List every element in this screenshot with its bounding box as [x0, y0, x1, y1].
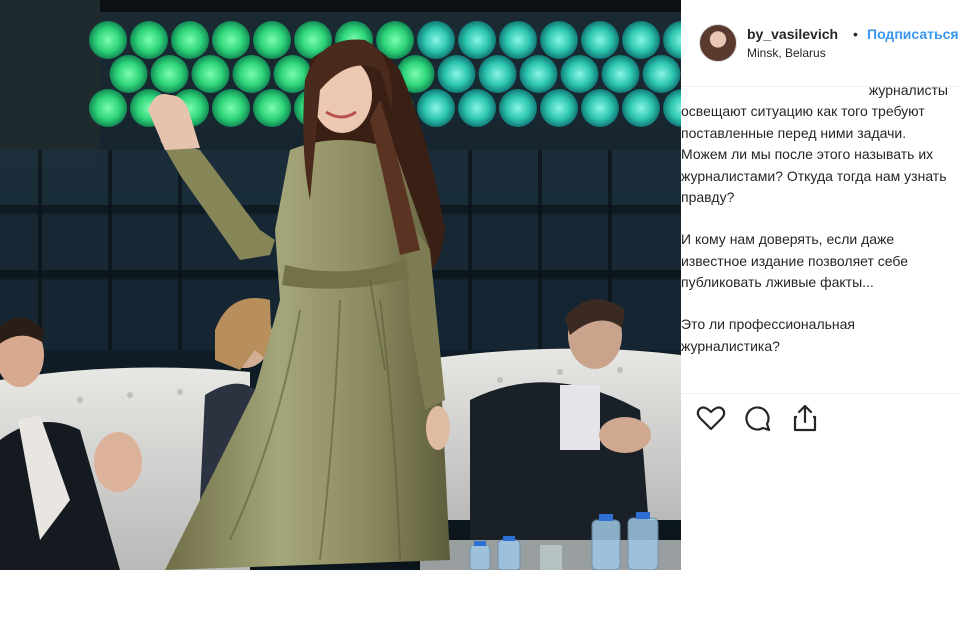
- post-header: by_vasilevich • Подписаться Minsk, Belar…: [681, 0, 960, 86]
- glow-cell: [642, 55, 681, 93]
- glow-cell: [478, 55, 517, 93]
- glow-cell: [581, 21, 619, 59]
- location-link[interactable]: Minsk, Belarus: [747, 46, 826, 60]
- glow-cell: [130, 21, 168, 59]
- glow-cell: [89, 89, 127, 127]
- glow-cell: [232, 55, 271, 93]
- glow-cell: [253, 89, 291, 127]
- glow-cell: [437, 55, 476, 93]
- share-icon: [793, 404, 817, 432]
- post-side-panel: by_vasilevich • Подписаться Minsk, Belar…: [681, 0, 960, 570]
- glow-cell: [499, 21, 537, 59]
- glow-cell: [417, 89, 455, 127]
- glow-cell: [458, 21, 496, 59]
- glow-cell: [89, 21, 127, 59]
- avatar[interactable]: [699, 24, 737, 62]
- glow-cell: [540, 89, 578, 127]
- glow-cell: [581, 89, 619, 127]
- share-button[interactable]: [789, 402, 829, 442]
- glow-cell: [519, 55, 558, 93]
- username-link[interactable]: by_vasilevich: [747, 26, 838, 42]
- follow-button[interactable]: Подписаться: [867, 26, 960, 42]
- likes-row-clipped: [703, 462, 883, 468]
- glow-cell: [171, 21, 209, 59]
- page-background: [0, 570, 960, 640]
- caption-paragraph-2: И кому нам доверять, если даже известное…: [681, 231, 909, 291]
- glow-cell: [622, 89, 660, 127]
- photo-image: [0, 0, 681, 570]
- comment-button[interactable]: [741, 402, 781, 442]
- caption-paragraph-1: освещают ситуацию как того требуют поста…: [681, 103, 947, 206]
- glow-cell: [601, 55, 640, 93]
- post-photo[interactable]: [0, 0, 681, 570]
- glow-cell: [458, 89, 496, 127]
- header-separator: •: [853, 26, 858, 42]
- caption-paragraph-3: Это ли профессиональная журналистика?: [681, 316, 856, 354]
- glow-cell: [622, 21, 660, 59]
- like-button[interactable]: [695, 402, 735, 442]
- glow-cell: [212, 89, 250, 127]
- glow-cell: [499, 89, 537, 127]
- caption-partial-line: журналисты: [868, 82, 948, 98]
- actions-divider: [681, 393, 960, 394]
- heart-icon: [696, 406, 726, 431]
- glow-cell: [109, 55, 148, 93]
- glow-cell: [417, 21, 455, 59]
- glow-cell: [212, 21, 250, 59]
- glow-cell: [191, 55, 230, 93]
- glow-cell: [540, 21, 578, 59]
- action-bar: [681, 402, 960, 442]
- caption-scroll-area[interactable]: журналисты освещают ситуацию как того тр…: [681, 80, 960, 392]
- glow-cell: [150, 55, 189, 93]
- glow-cell: [560, 55, 599, 93]
- glow-cell: [253, 21, 291, 59]
- comment-icon: [745, 406, 771, 432]
